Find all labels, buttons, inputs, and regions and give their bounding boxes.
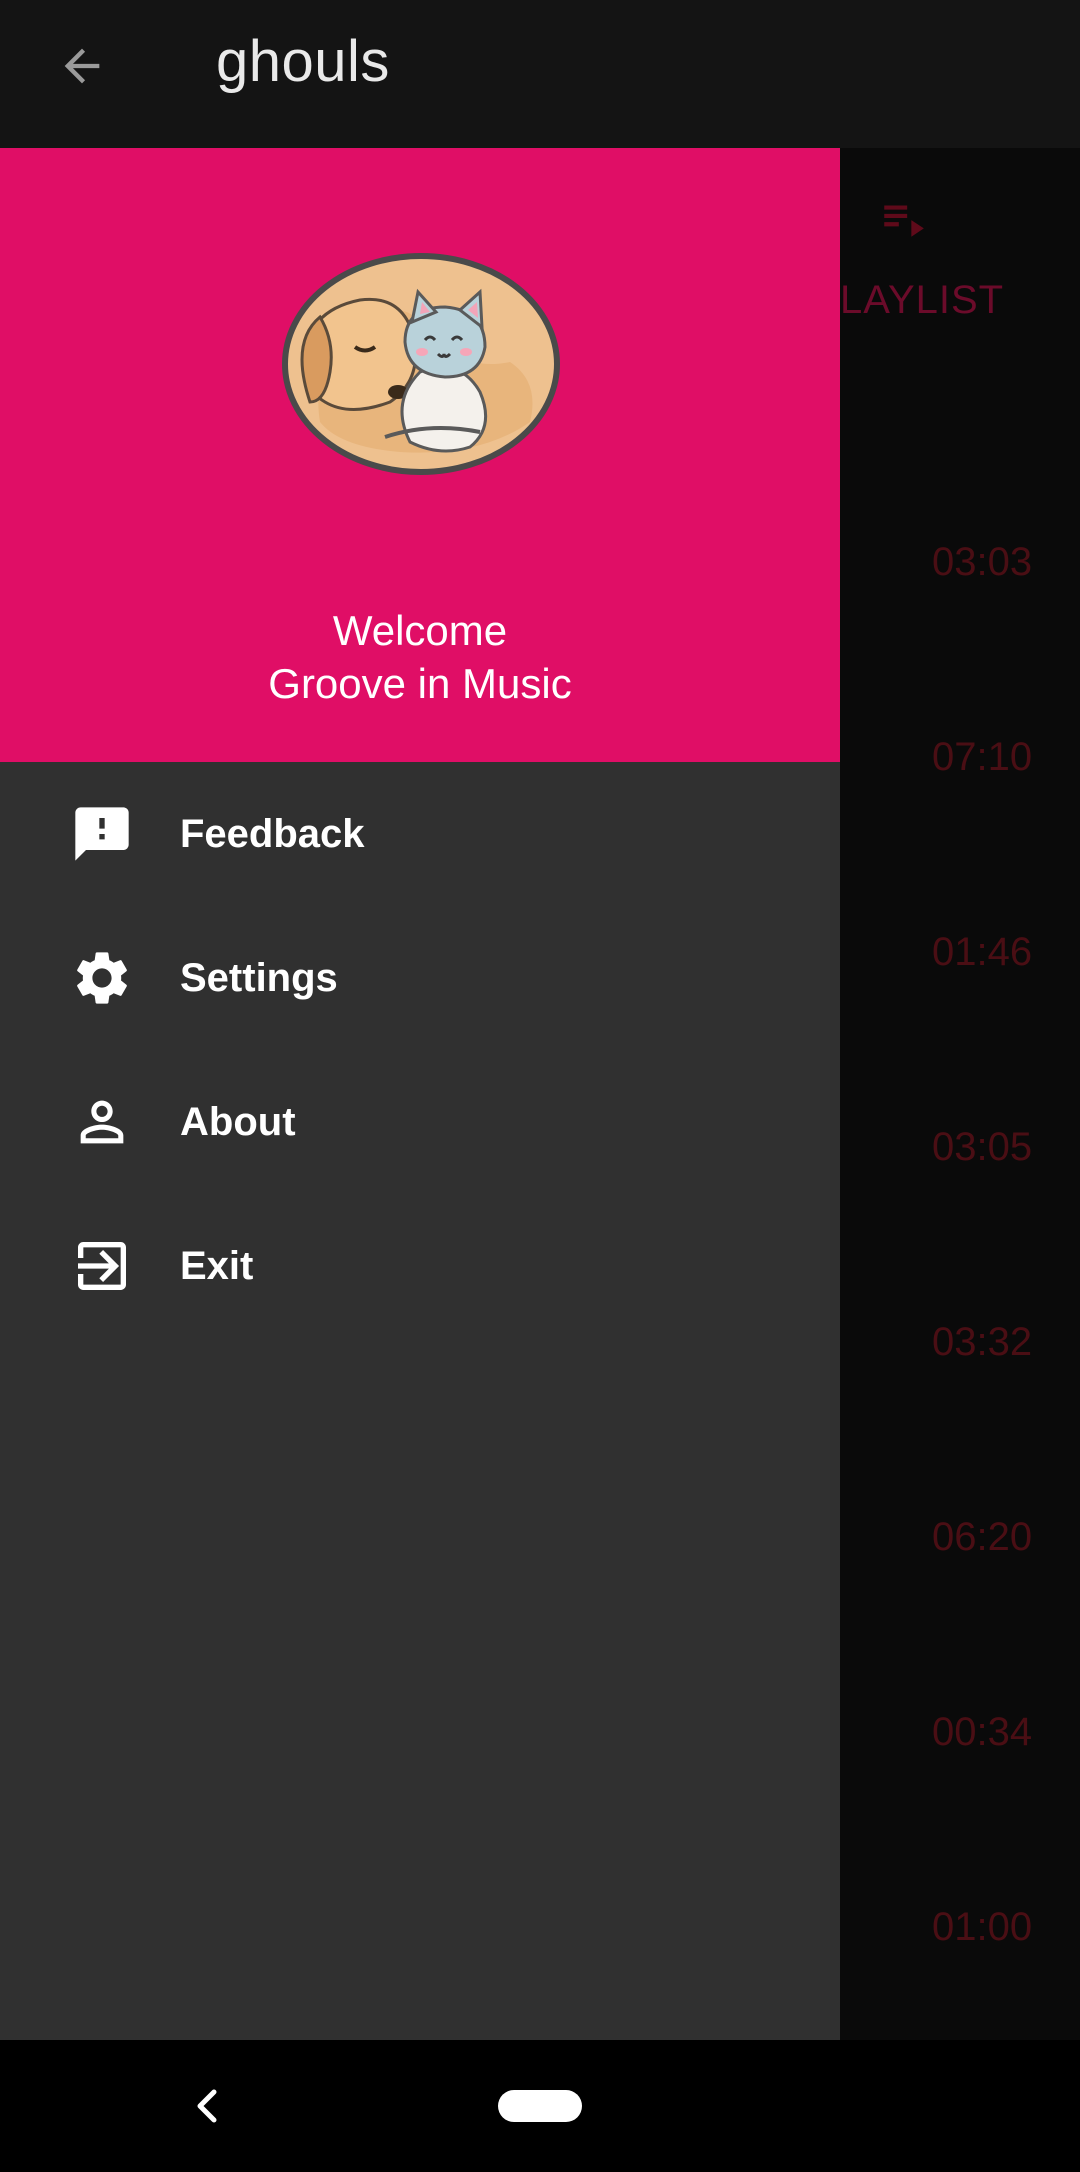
nav-back-icon[interactable] <box>186 2080 226 2132</box>
drawer-menu: Feedback Settings About Exit <box>0 762 840 1338</box>
menu-item-label: About <box>180 1099 296 1144</box>
track-duration: 03:05 <box>932 1125 1033 1169</box>
welcome-text: Welcome Groove in Music <box>0 604 840 710</box>
arrow-back-icon[interactable] <box>52 36 112 96</box>
top-app-bar: ghouls <box>0 0 1080 148</box>
track-duration: 01:00 <box>932 1905 1033 1949</box>
track-duration: 06:20 <box>932 1515 1033 1559</box>
dog-and-cat-avatar <box>280 252 562 476</box>
navigation-drawer: Welcome Groove in Music Feedback Setting… <box>0 148 840 2040</box>
menu-item-exit[interactable]: Exit <box>0 1194 840 1338</box>
system-nav-bar <box>0 2040 1080 2172</box>
drawer-header: Welcome Groove in Music <box>0 148 840 762</box>
welcome-line: Welcome <box>332 607 508 654</box>
tab-playlist[interactable]: LAYLIST <box>840 278 1004 323</box>
track-duration: 07:10 <box>932 735 1033 779</box>
home-pill-icon[interactable] <box>498 2090 582 2122</box>
track-duration: 01:46 <box>932 930 1033 974</box>
menu-item-label: Settings <box>180 955 338 1000</box>
menu-item-label: Feedback <box>180 811 365 856</box>
track-duration: 03:03 <box>932 540 1033 584</box>
gear-icon <box>70 946 134 1010</box>
menu-item-about[interactable]: About <box>0 1050 840 1194</box>
exit-icon <box>70 1234 134 1298</box>
person-icon <box>70 1090 134 1154</box>
app-tagline: Groove in Music <box>268 660 572 707</box>
track-duration: 00:34 <box>932 1710 1033 1754</box>
menu-item-settings[interactable]: Settings <box>0 906 840 1050</box>
track-duration: 03:32 <box>932 1320 1033 1364</box>
page-title: ghouls <box>216 29 390 94</box>
feedback-icon <box>70 802 134 866</box>
menu-item-feedback[interactable]: Feedback <box>0 762 840 906</box>
menu-item-label: Exit <box>180 1243 254 1288</box>
playlist-play-icon <box>878 193 928 243</box>
